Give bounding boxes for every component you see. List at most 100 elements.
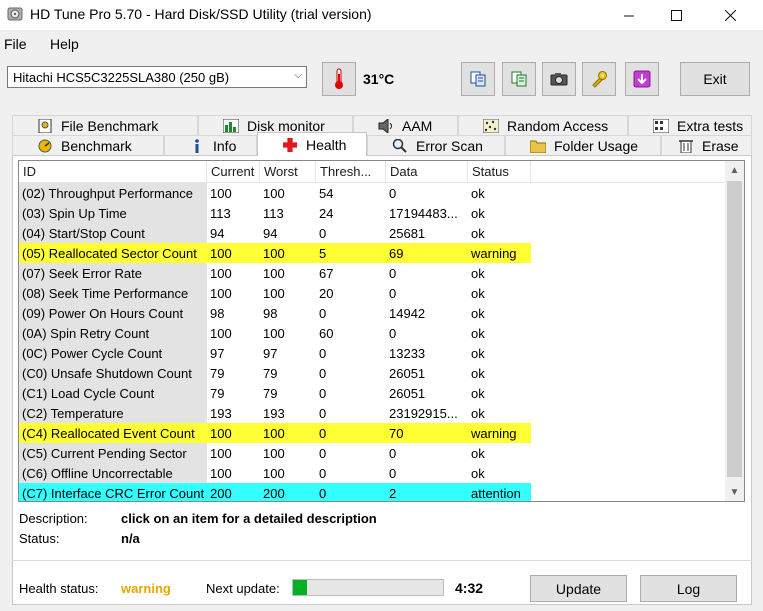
tab-benchmark[interactable]: Benchmark (12, 135, 164, 155)
cell-status: ok (471, 306, 485, 321)
table-row[interactable]: (C4) Reallocated Event Count 100 100 0 70 war… (19, 423, 531, 443)
description-label: Description: (19, 511, 88, 526)
screenshot-button[interactable] (542, 62, 576, 96)
table-row[interactable]: (03) Spin Up Time 113 113 24 17194483... ok (19, 203, 529, 223)
cell-current: 100 (210, 186, 232, 201)
table-row[interactable]: (C2) Temperature 193 193 0 23192915... ok (19, 403, 529, 423)
speaker-icon (378, 118, 392, 133)
copy-info-button[interactable] (461, 62, 495, 96)
cell-status: ok (471, 206, 485, 221)
cell-current: 113 (210, 206, 231, 221)
tab-file-benchmark[interactable]: File Benchmark (12, 115, 198, 135)
update-button[interactable]: Update (530, 575, 627, 602)
log-button[interactable]: Log (640, 575, 737, 602)
tab-label: Benchmark (61, 137, 132, 154)
cell-id: (C0) Unsafe Shutdown Count (19, 363, 207, 383)
drive-select[interactable]: Hitachi HCS5C3225SLA380 (250 gB) ⌵ (7, 66, 307, 88)
column-header-worst[interactable]: Worst (260, 161, 316, 182)
cell-threshold: 67 (319, 266, 334, 281)
cell-worst: 193 (263, 406, 285, 421)
cell-data: 26051 (389, 386, 426, 401)
status-label: Status: (19, 531, 60, 546)
temperature-button[interactable] (322, 62, 356, 96)
drive-select-value: Hitachi HCS5C3225SLA380 (250 gB) (13, 70, 230, 85)
column-header-current[interactable]: Current (207, 161, 260, 182)
cell-worst: 100 (260, 423, 316, 443)
tab-extra-tests[interactable]: Extra tests (628, 115, 752, 135)
cell-data: 0 (389, 186, 397, 201)
cell-current: 100 (207, 243, 260, 263)
cell-data: 17194483... (389, 206, 458, 221)
progress-fill (293, 580, 307, 595)
cell-current: 100 (210, 266, 232, 281)
cell-worst: 100 (263, 446, 285, 461)
table-row[interactable]: (0A) Spin Retry Count 100 100 60 0 ok (19, 323, 529, 343)
table-row[interactable]: (C6) Offline Uncorrectable 100 100 0 0 ok (19, 463, 529, 483)
tab-folder-usage[interactable]: Folder Usage (505, 135, 661, 155)
tab-health[interactable]: Health (257, 132, 367, 156)
column-header-data[interactable]: Data (386, 161, 468, 182)
save-button[interactable] (625, 62, 659, 96)
cell-worst: 200 (260, 483, 316, 501)
table-row[interactable]: (05) Reallocated Sector Count 100 100 5 69 wa… (19, 243, 531, 263)
maximize-button[interactable] (653, 0, 699, 30)
cell-status: ok (471, 366, 485, 381)
cell-threshold: 5 (316, 243, 386, 263)
exit-button[interactable]: Exit (680, 62, 750, 96)
cell-threshold: 60 (319, 326, 334, 341)
vertical-scrollbar[interactable]: ▲ ▼ (725, 161, 744, 501)
close-icon (724, 9, 736, 21)
cell-data: 0 (389, 266, 397, 281)
random-access-icon (483, 118, 499, 133)
tab-random-access[interactable]: Random Access (458, 115, 628, 135)
table-row[interactable]: (0C) Power Cycle Count 97 97 0 13233 ok (19, 343, 529, 363)
table-row[interactable]: (02) Throughput Performance 100 100 54 0 ok (19, 183, 529, 203)
scroll-down-icon[interactable]: ▼ (725, 483, 744, 501)
table-row[interactable]: (04) Start/Stop Count 94 94 0 25681 ok (19, 223, 529, 243)
cell-current: 200 (207, 483, 260, 501)
table-row[interactable]: (09) Power On Hours Count 98 98 0 14942 ok (19, 303, 529, 323)
scroll-up-icon[interactable]: ▲ (725, 161, 744, 179)
menu-help[interactable]: Help (50, 36, 79, 52)
minimize-icon (623, 15, 634, 16)
options-button[interactable] (582, 62, 616, 96)
bottom-divider (12, 560, 752, 561)
close-button[interactable] (707, 0, 753, 30)
column-header-status[interactable]: Status (468, 161, 531, 182)
table-row[interactable]: (08) Seek Time Performance 100 100 20 0 ok (19, 283, 529, 303)
table-row[interactable]: (07) Seek Error Rate 100 100 67 0 ok (19, 263, 529, 283)
info-icon (195, 138, 199, 153)
scroll-thumb[interactable] (727, 181, 742, 477)
cell-current: 193 (210, 406, 232, 421)
column-header-id[interactable]: ID (19, 161, 207, 182)
window-title: HD Tune Pro 5.70 - Hard Disk/SSD Utility… (30, 6, 372, 22)
table-row[interactable]: (C1) Load Cycle Count 79 79 0 26051 ok (19, 383, 529, 403)
cell-status: ok (471, 226, 485, 241)
title-bar: HD Tune Pro 5.70 - Hard Disk/SSD Utility… (0, 0, 763, 30)
table-row[interactable]: (C5) Current Pending Sector 100 100 0 0 ok (19, 443, 529, 463)
cell-current: 79 (210, 386, 225, 401)
cell-threshold: 0 (316, 423, 386, 443)
tab-error-scan[interactable]: Error Scan (367, 135, 505, 155)
cell-id: (C1) Load Cycle Count (19, 383, 207, 403)
tab-label: Erase (702, 137, 739, 154)
camera-icon (550, 73, 568, 86)
benchmark-icon (37, 139, 53, 153)
tab-erase[interactable]: Erase (661, 135, 752, 155)
copy-icon (470, 71, 486, 87)
tab-aam[interactable]: AAM (353, 115, 458, 135)
menu-bar: File Help (0, 31, 763, 57)
copy-all-button[interactable] (502, 62, 536, 96)
menu-file[interactable]: File (4, 36, 27, 52)
cell-current: 97 (210, 346, 225, 361)
smart-attribute-list[interactable]: ID Current Worst Thresh... Data Status (… (18, 160, 745, 502)
table-row[interactable]: (C7) Interface CRC Error Count 200 200 0 2 at… (19, 483, 531, 501)
cell-threshold: 54 (319, 186, 334, 201)
table-row[interactable]: (C0) Unsafe Shutdown Count 79 79 0 26051 ok (19, 363, 529, 383)
minimize-button[interactable] (606, 0, 652, 30)
column-header-threshold[interactable]: Thresh... (316, 161, 386, 182)
cell-id: (03) Spin Up Time (19, 203, 207, 223)
tab-info[interactable]: Info (164, 135, 257, 155)
cell-threshold: 0 (319, 466, 327, 481)
cell-id: (0C) Power Cycle Count (19, 343, 207, 363)
